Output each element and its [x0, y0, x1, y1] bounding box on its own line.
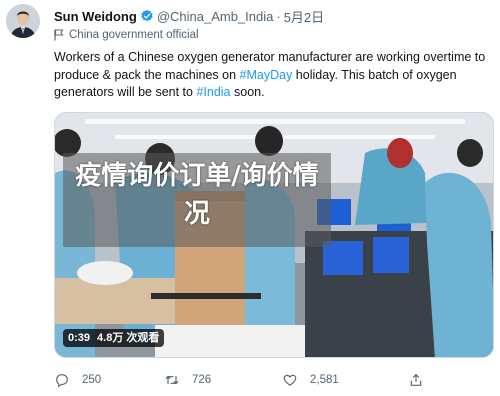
video-meta-badge: 0:39 4.8万 次观看 [63, 329, 165, 347]
share-icon [410, 373, 422, 386]
reply-button[interactable]: 250 [54, 370, 101, 390]
reply-count: 250 [82, 374, 102, 386]
hashtag-mayday[interactable]: #MayDay [240, 68, 293, 82]
avatar[interactable] [6, 4, 40, 38]
hashtag-india[interactable]: #India [196, 85, 230, 99]
like-icon [283, 374, 297, 386]
overlay-text: 疫情询价订单/询价情况 [75, 161, 319, 229]
reply-icon [56, 374, 68, 387]
video-views: 4.8万 次观看 [97, 332, 160, 344]
flag-icon [54, 29, 64, 41]
separator-dot: · [276, 8, 281, 24]
verified-icon [140, 9, 154, 23]
tweet-text: Workers of a Chinese oxygen generator ma… [54, 49, 494, 102]
video-player[interactable]: 疫情询价订单/询价情况 0:39 4.8万 次观看 [54, 112, 494, 358]
share-button[interactable] [408, 370, 424, 390]
like-count: 2,581 [310, 374, 339, 386]
government-label: China government official [54, 27, 199, 43]
gov-label-text: China government official [69, 29, 199, 41]
tweet-header: Sun Weidong @China_Amb_India · 5月2日 [54, 7, 324, 25]
video-duration: 0:39 [68, 332, 91, 344]
tweet[interactable]: Sun Weidong @China_Amb_India · 5月2日 Chin… [0, 0, 500, 396]
author-name[interactable]: Sun Weidong [54, 9, 137, 24]
tweet-date[interactable]: 5月2日 [284, 7, 324, 26]
author-handle[interactable]: @China_Amb_India [157, 9, 274, 24]
retweet-icon [165, 375, 179, 385]
retweet-button[interactable]: 726 [164, 370, 211, 390]
retweet-count: 726 [192, 374, 212, 386]
tweet-text-part3: soon. [230, 85, 265, 99]
tweet-actions: 250 726 2,581 [54, 370, 494, 390]
like-button[interactable]: 2,581 [282, 370, 339, 390]
